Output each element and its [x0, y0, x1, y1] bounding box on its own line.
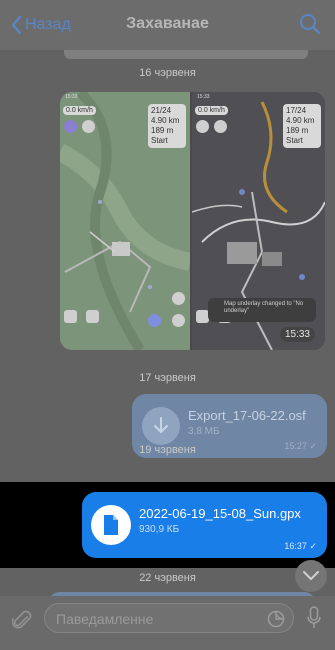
mic-icon [307, 606, 321, 628]
attach-button[interactable] [11, 608, 32, 637]
date-separator: 17 чэрвеня [139, 372, 196, 384]
menu-button [64, 310, 77, 323]
track-stats-panel: 21/24 4.90 km 189 m Start [148, 104, 186, 148]
track-stats-panel: 17/24 4.90 km 189 m Start [283, 104, 321, 148]
speed-indicator: 0.0 km/h [63, 106, 96, 115]
map-screenshot-left[interactable]: 15:33 0.0 km/h 21/24 4.90 km 189 m Start [60, 92, 192, 350]
chevron-down-icon [303, 571, 319, 580]
start-label: Start [151, 136, 168, 145]
chat-title: Захаванае [126, 15, 209, 32]
message-time: 16:37 ✓ [284, 541, 317, 552]
file-message-highlighted[interactable]: 2022-06-19_15-08_Sun.gpx 930,9 КБ 16:37 … [82, 492, 327, 558]
map-control-button [214, 120, 227, 133]
file-name: 2022-06-19_15-08_Sun.gpx [139, 506, 301, 521]
search-icon [300, 14, 321, 35]
zoom-out-button [172, 314, 185, 327]
download-button[interactable] [142, 407, 180, 445]
document-icon [104, 515, 118, 535]
layers-button [196, 120, 209, 133]
layers-button [64, 120, 77, 133]
location-button [148, 314, 161, 327]
time-text: 16:37 [284, 541, 307, 551]
distance-value: 4.90 km [286, 116, 315, 125]
chat-area[interactable]: 16 чэрвеня 15:33 0.0 km/h 21/24 4.90 km … [0, 50, 335, 650]
file-size: 3,8 МБ [188, 426, 220, 437]
message-placeholder: Паведамленне [56, 611, 154, 627]
previous-message-edge [64, 50, 308, 59]
status-bar-text: 15:33 [65, 94, 78, 100]
map-control-button [82, 120, 95, 133]
file-open-button[interactable] [91, 505, 131, 545]
file-size: 930,9 КБ [139, 524, 180, 535]
voice-message-button[interactable] [307, 606, 321, 635]
screenshot-album[interactable]: 15:33 0.0 km/h 21/24 4.90 km 189 m Start [60, 92, 325, 350]
elevation-value: 189 m [286, 126, 309, 135]
sticker-button[interactable] [267, 610, 285, 633]
search-button[interactable] [299, 13, 321, 40]
elevation-value: 189 m [151, 126, 174, 135]
date-separator: 19 чэрвеня [139, 444, 196, 456]
date-separator: 22 чэрвеня [139, 572, 196, 584]
status-bar-text: 15:33 [197, 94, 210, 100]
scroll-down-button[interactable] [295, 560, 327, 592]
start-label: Start [286, 136, 303, 145]
album-timestamp: 15:33 [279, 327, 315, 342]
chat-header: Назад Захаванае [0, 0, 335, 50]
sticker-icon [267, 610, 285, 628]
waypoint-count: 17/24 [286, 106, 307, 115]
file-name: Export_17-06-22.osf [188, 408, 306, 423]
speed-indicator: 0.0 km/h [195, 106, 228, 115]
map-toast-message: Map underlay changed to "No underlay" [208, 298, 316, 322]
distance-value: 4.90 km [151, 116, 180, 125]
navigate-button [86, 310, 99, 323]
date-separator: 16 чэрвеня [139, 67, 196, 79]
zoom-in-button [172, 292, 185, 305]
paperclip-icon [11, 610, 32, 629]
download-icon [154, 417, 168, 433]
message-composer: Паведамленне [0, 596, 335, 650]
read-check-icon: ✓ [309, 541, 317, 551]
message-input[interactable]: Паведамленне [44, 603, 294, 633]
waypoint-count: 21/24 [151, 106, 172, 115]
